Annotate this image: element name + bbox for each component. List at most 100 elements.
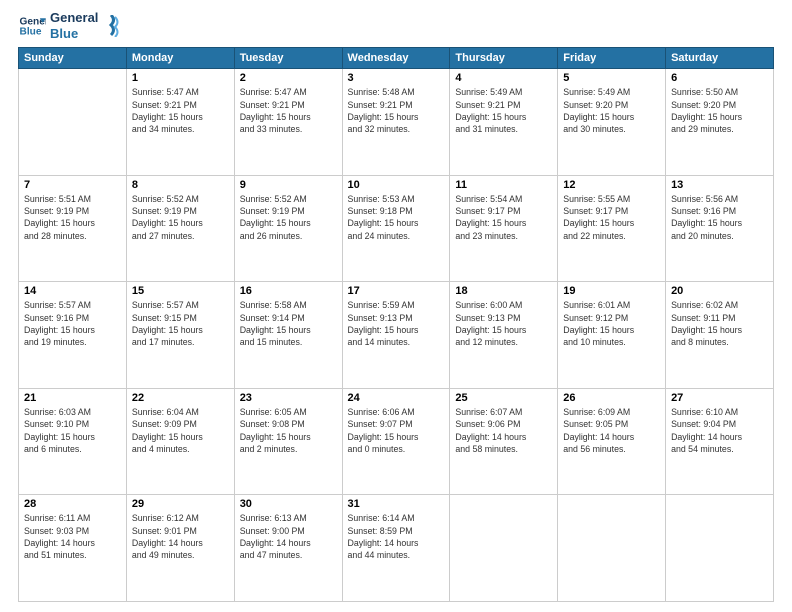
calendar-cell: 26Sunrise: 6:09 AM Sunset: 9:05 PM Dayli…: [558, 388, 666, 495]
calendar-cell: 10 Sunrise: 5:53 AM Sunset: 9:18 PM Dayli…: [342, 175, 450, 282]
calendar-cell: 1 Sunrise: 5:47 AM Sunset: 9:21 PM Daylig…: [126, 69, 234, 176]
day-info: Sunrise: 6:13 AM Sunset: 9:00 PM Dayligh…: [240, 512, 337, 561]
calendar-cell: 30Sunrise: 6:13 AM Sunset: 9:00 PM Dayli…: [234, 495, 342, 602]
day-info: Sunrise: 6:06 AM Sunset: 9:07 PM Dayligh…: [348, 406, 445, 455]
calendar-cell: 19 Sunrise: 6:01 AM Sunset: 9:12 PM Dayli…: [558, 282, 666, 389]
calendar-cell: [19, 69, 127, 176]
calendar-cell: 15Sunrise: 5:57 AM Sunset: 9:15 PM Dayli…: [126, 282, 234, 389]
day-info: Sunrise: 5:50 AM Sunset: 9:20 PM Dayligh…: [671, 86, 768, 135]
day-number: 27: [671, 392, 768, 404]
calendar-cell: [558, 495, 666, 602]
day-info: Sunrise: 6:14 AM Sunset: 8:59 PM Dayligh…: [348, 512, 445, 561]
day-number: 20: [671, 285, 768, 297]
svg-text:Blue: Blue: [20, 26, 42, 37]
day-number: 9: [240, 179, 337, 191]
day-info: Sunrise: 5:55 AM Sunset: 9:17 PM Dayligh…: [563, 193, 660, 242]
calendar-cell: 24 Sunrise: 6:06 AM Sunset: 9:07 PM Dayli…: [342, 388, 450, 495]
calendar-header-friday: Friday: [558, 48, 666, 69]
calendar-cell: 25 Sunrise: 6:07 AM Sunset: 9:06 PM Dayli…: [450, 388, 558, 495]
day-number: 8: [132, 179, 229, 191]
day-number: 31: [348, 498, 445, 510]
day-info: Sunrise: 5:47 AM Sunset: 9:21 PM Dayligh…: [132, 86, 229, 135]
logo-general: General: [50, 10, 98, 26]
calendar-cell: [450, 495, 558, 602]
day-info: Sunrise: 5:59 AM Sunset: 9:13 PM Dayligh…: [348, 299, 445, 348]
calendar-header-wednesday: Wednesday: [342, 48, 450, 69]
calendar-cell: 16 Sunrise: 5:58 AM Sunset: 9:14 PM Dayli…: [234, 282, 342, 389]
day-number: 14: [24, 285, 121, 297]
day-info: Sunrise: 6:00 AM Sunset: 9:13 PM Dayligh…: [455, 299, 552, 348]
day-info: Sunrise: 6:12 AM Sunset: 9:01 PM Dayligh…: [132, 512, 229, 561]
calendar-cell: 4 Sunrise: 5:49 AM Sunset: 9:21 PM Daylig…: [450, 69, 558, 176]
day-info: Sunrise: 5:52 AM Sunset: 9:19 PM Dayligh…: [240, 193, 337, 242]
day-info: Sunrise: 5:47 AM Sunset: 9:21 PM Dayligh…: [240, 86, 337, 135]
calendar-cell: 29 Sunrise: 6:12 AM Sunset: 9:01 PM Dayli…: [126, 495, 234, 602]
calendar-cell: 31 Sunrise: 6:14 AM Sunset: 8:59 PM Dayli…: [342, 495, 450, 602]
calendar-cell: 12 Sunrise: 5:55 AM Sunset: 9:17 PM Dayli…: [558, 175, 666, 282]
calendar-week-row: 21 Sunrise: 6:03 AM Sunset: 9:10 PM Dayli…: [19, 388, 774, 495]
calendar-cell: 28Sunrise: 6:11 AM Sunset: 9:03 PM Dayli…: [19, 495, 127, 602]
day-info: Sunrise: 5:56 AM Sunset: 9:16 PM Dayligh…: [671, 193, 768, 242]
day-number: 12: [563, 179, 660, 191]
logo-blue: Blue: [50, 26, 98, 42]
calendar-cell: [666, 495, 774, 602]
day-info: Sunrise: 6:01 AM Sunset: 9:12 PM Dayligh…: [563, 299, 660, 348]
calendar-week-row: 1 Sunrise: 5:47 AM Sunset: 9:21 PM Daylig…: [19, 69, 774, 176]
calendar-header-tuesday: Tuesday: [234, 48, 342, 69]
calendar-cell: 21 Sunrise: 6:03 AM Sunset: 9:10 PM Dayli…: [19, 388, 127, 495]
calendar-week-row: 14 Sunrise: 5:57 AM Sunset: 9:16 PM Dayli…: [19, 282, 774, 389]
calendar-cell: 22 Sunrise: 6:04 AM Sunset: 9:09 PM Dayli…: [126, 388, 234, 495]
logo: General Blue General Blue: [18, 10, 120, 41]
day-info: Sunrise: 6:11 AM Sunset: 9:03 PM Dayligh…: [24, 512, 121, 561]
day-info: Sunrise: 6:07 AM Sunset: 9:06 PM Dayligh…: [455, 406, 552, 455]
day-info: Sunrise: 6:05 AM Sunset: 9:08 PM Dayligh…: [240, 406, 337, 455]
day-number: 22: [132, 392, 229, 404]
day-number: 17: [348, 285, 445, 297]
calendar-cell: 20 Sunrise: 6:02 AM Sunset: 9:11 PM Dayli…: [666, 282, 774, 389]
calendar-cell: 7Sunrise: 5:51 AM Sunset: 9:19 PM Daylig…: [19, 175, 127, 282]
day-number: 4: [455, 72, 552, 84]
day-number: 29: [132, 498, 229, 510]
calendar-cell: 8 Sunrise: 5:52 AM Sunset: 9:19 PM Daylig…: [126, 175, 234, 282]
calendar-header-row: SundayMondayTuesdayWednesdayThursdayFrid…: [19, 48, 774, 69]
header: General Blue General Blue: [18, 10, 774, 41]
day-number: 16: [240, 285, 337, 297]
day-info: Sunrise: 5:58 AM Sunset: 9:14 PM Dayligh…: [240, 299, 337, 348]
day-info: Sunrise: 5:52 AM Sunset: 9:19 PM Dayligh…: [132, 193, 229, 242]
day-number: 1: [132, 72, 229, 84]
day-info: Sunrise: 5:49 AM Sunset: 9:21 PM Dayligh…: [455, 86, 552, 135]
day-number: 21: [24, 392, 121, 404]
day-number: 26: [563, 392, 660, 404]
calendar-table: SundayMondayTuesdayWednesdayThursdayFrid…: [18, 47, 774, 602]
calendar-header-saturday: Saturday: [666, 48, 774, 69]
calendar-header-monday: Monday: [126, 48, 234, 69]
calendar-cell: 23 Sunrise: 6:05 AM Sunset: 9:08 PM Dayli…: [234, 388, 342, 495]
calendar-cell: 27 Sunrise: 6:10 AM Sunset: 9:04 PM Dayli…: [666, 388, 774, 495]
day-info: Sunrise: 6:04 AM Sunset: 9:09 PM Dayligh…: [132, 406, 229, 455]
day-number: 18: [455, 285, 552, 297]
day-info: Sunrise: 5:48 AM Sunset: 9:21 PM Dayligh…: [348, 86, 445, 135]
day-number: 23: [240, 392, 337, 404]
calendar-cell: 6 Sunrise: 5:50 AM Sunset: 9:20 PM Daylig…: [666, 69, 774, 176]
calendar-cell: 11Sunrise: 5:54 AM Sunset: 9:17 PM Dayli…: [450, 175, 558, 282]
day-number: 6: [671, 72, 768, 84]
day-number: 10: [348, 179, 445, 191]
calendar-week-row: 28Sunrise: 6:11 AM Sunset: 9:03 PM Dayli…: [19, 495, 774, 602]
day-number: 13: [671, 179, 768, 191]
day-info: Sunrise: 6:03 AM Sunset: 9:10 PM Dayligh…: [24, 406, 121, 455]
day-number: 25: [455, 392, 552, 404]
day-number: 19: [563, 285, 660, 297]
day-info: Sunrise: 6:10 AM Sunset: 9:04 PM Dayligh…: [671, 406, 768, 455]
day-info: Sunrise: 6:02 AM Sunset: 9:11 PM Dayligh…: [671, 299, 768, 348]
day-info: Sunrise: 5:57 AM Sunset: 9:16 PM Dayligh…: [24, 299, 121, 348]
calendar-cell: 5 Sunrise: 5:49 AM Sunset: 9:20 PM Daylig…: [558, 69, 666, 176]
day-number: 15: [132, 285, 229, 297]
calendar-cell: 17 Sunrise: 5:59 AM Sunset: 9:13 PM Dayli…: [342, 282, 450, 389]
day-number: 5: [563, 72, 660, 84]
calendar-cell: 18 Sunrise: 6:00 AM Sunset: 9:13 PM Dayli…: [450, 282, 558, 389]
day-info: Sunrise: 5:53 AM Sunset: 9:18 PM Dayligh…: [348, 193, 445, 242]
day-number: 24: [348, 392, 445, 404]
calendar-week-row: 7Sunrise: 5:51 AM Sunset: 9:19 PM Daylig…: [19, 175, 774, 282]
day-info: Sunrise: 5:49 AM Sunset: 9:20 PM Dayligh…: [563, 86, 660, 135]
calendar-cell: 13 Sunrise: 5:56 AM Sunset: 9:16 PM Dayli…: [666, 175, 774, 282]
